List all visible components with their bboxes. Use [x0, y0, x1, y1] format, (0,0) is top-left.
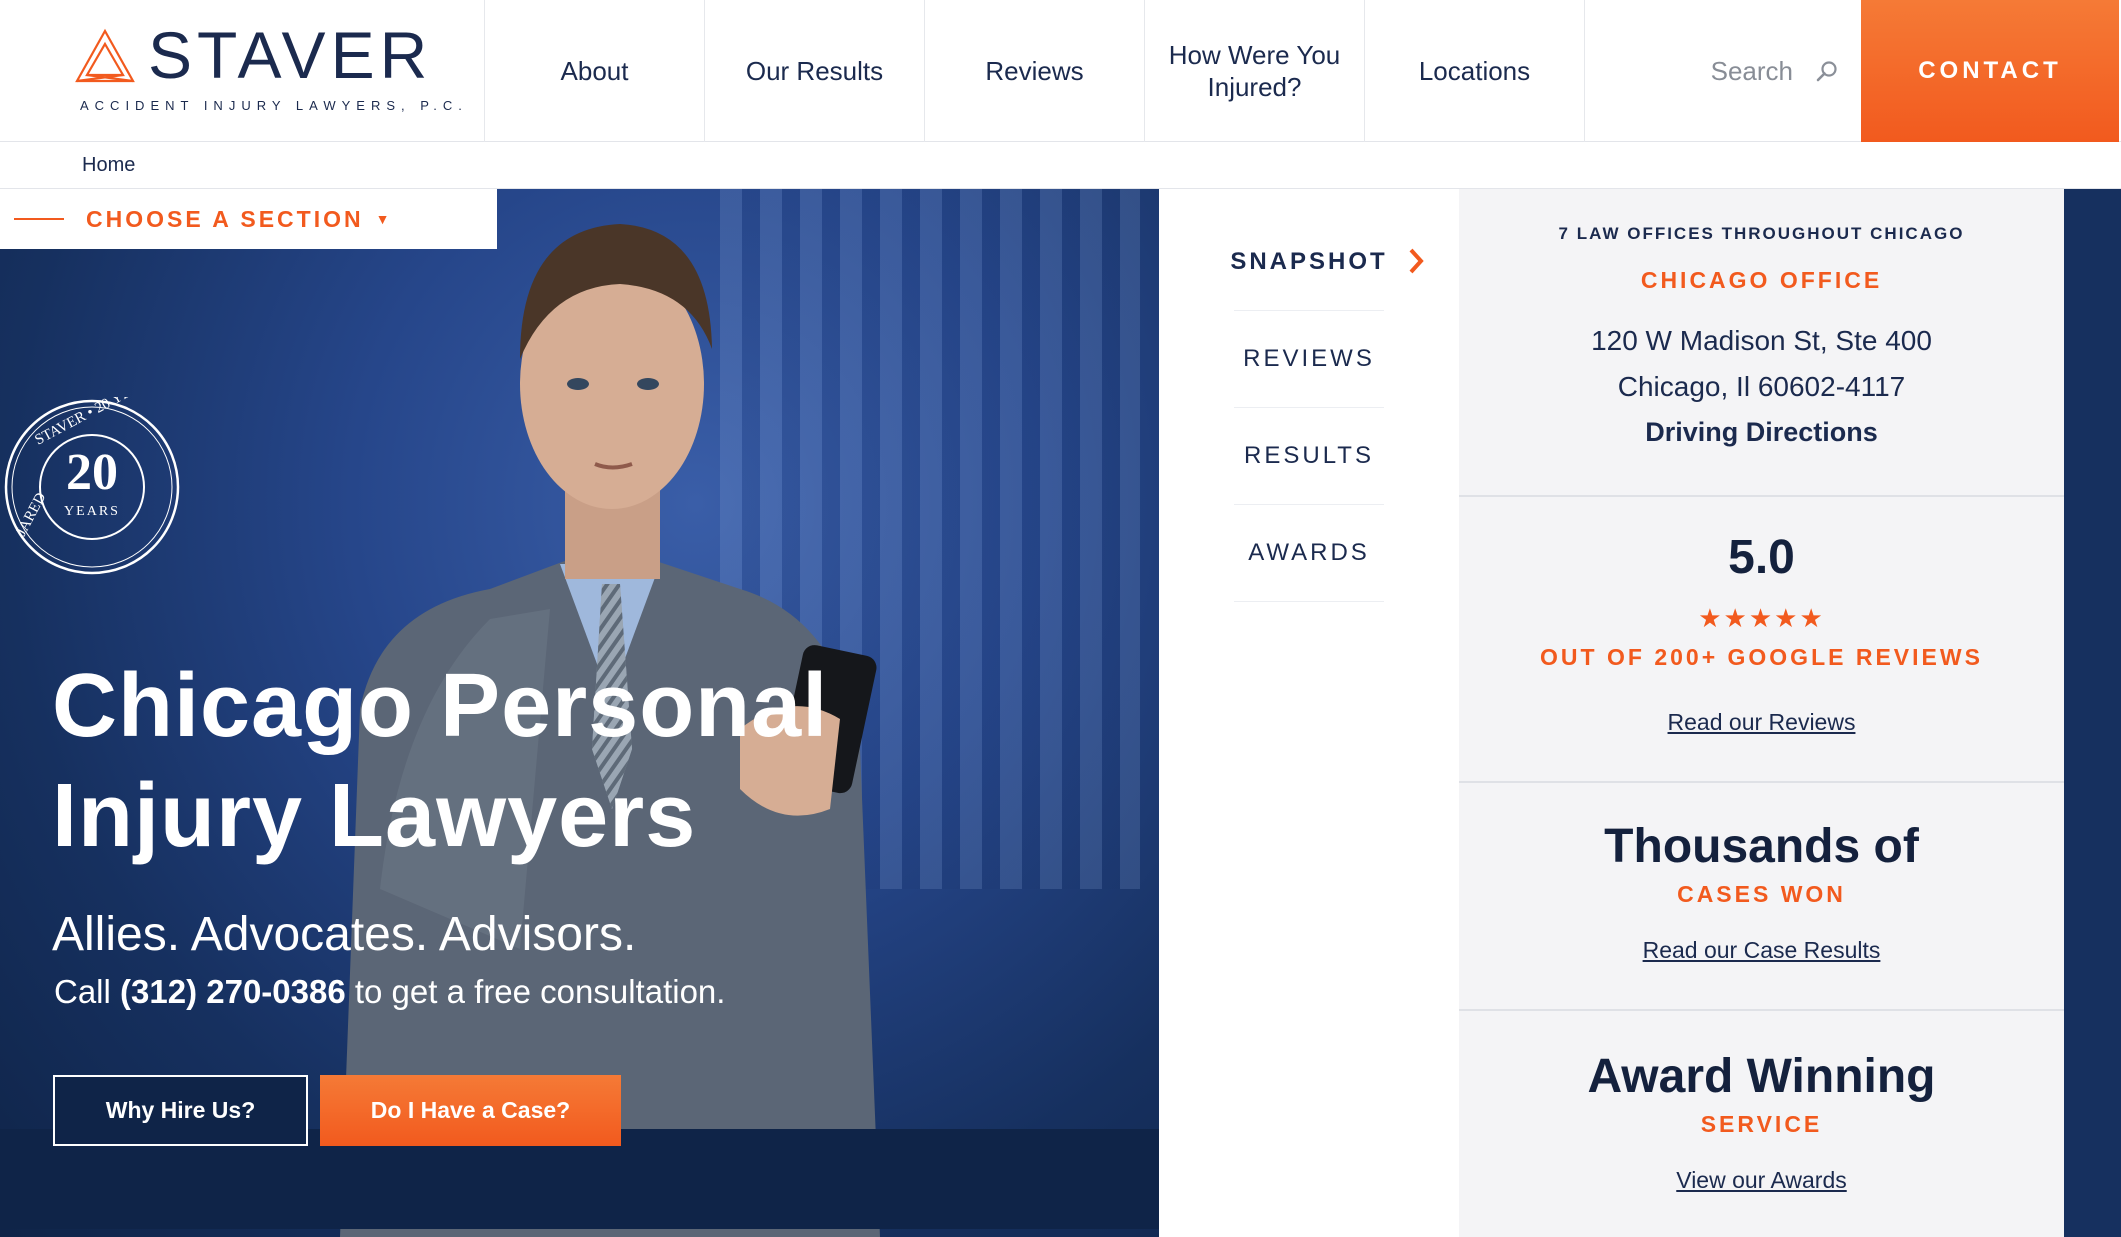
read-case-results-link[interactable]: Read our Case Results: [1459, 937, 2064, 964]
why-hire-us-button[interactable]: Why Hire Us?: [53, 1075, 308, 1146]
office-address-line2: Chicago, Il 60602-4117: [1617, 371, 1906, 402]
awards-panel: Award Winning SERVICE View our Awards: [1459, 1011, 2064, 1237]
section-line-decoration: [14, 218, 64, 220]
contact-button[interactable]: CONTACT: [1861, 0, 2119, 142]
choose-section-label: CHOOSE A SECTION: [86, 205, 364, 232]
search-box[interactable]: Search: [1585, 0, 1861, 142]
breadcrumb: Home: [0, 142, 2121, 189]
cases-panel: Thousands of CASES WON Read our Case Res…: [1459, 783, 2064, 1011]
office-panel: 7 LAW OFFICES THROUGHOUT CHICAGO CHICAGO…: [1459, 189, 2064, 497]
snapshot-info-panel: 7 LAW OFFICES THROUGHOUT CHICAGO CHICAGO…: [1459, 189, 2064, 1237]
right-edge-band: [2064, 189, 2121, 1237]
offices-count-line: 7 LAW OFFICES THROUGHOUT CHICAGO: [1558, 224, 1965, 243]
hero-title-line1: Chicago Personal: [52, 656, 829, 756]
logo-wordmark: STAVER: [148, 18, 433, 92]
site-header: STAVER ACCIDENT INJURY LAWYERS, P.C. Abo…: [0, 0, 2121, 142]
snapshot-tabs: SNAPSHOT REVIEWS RESULTS AWARDS: [1159, 189, 1459, 1237]
logo-triangle-icon: [75, 28, 135, 83]
star-rating-icon: ★★★★★: [1698, 603, 1825, 633]
cases-headline: Thousands of: [1604, 820, 1919, 873]
badge-number: 20: [66, 444, 118, 501]
office-address-line1: 120 W Madison St, Ste 400: [1591, 325, 1932, 356]
logo-tagline: ACCIDENT INJURY LAWYERS, P.C.: [80, 98, 468, 113]
site-logo[interactable]: STAVER ACCIDENT INJURY LAWYERS, P.C.: [0, 0, 485, 142]
tab-reviews[interactable]: REVIEWS: [1234, 311, 1384, 408]
view-awards-link[interactable]: View our Awards: [1459, 1167, 2064, 1194]
nav-about[interactable]: About: [485, 0, 705, 142]
chevron-right-icon: [1409, 248, 1424, 274]
driving-directions-link[interactable]: Driving Directions: [1459, 417, 2064, 448]
choose-section-dropdown[interactable]: CHOOSE A SECTION ▼: [0, 189, 497, 249]
twenty-years-badge: 20 YEARS STAVER • 20 YEARS JARED: [4, 397, 180, 575]
nav-locations[interactable]: Locations: [1365, 0, 1585, 142]
awards-headline: Award Winning: [1587, 1050, 1936, 1103]
cases-caption: CASES WON: [1677, 881, 1846, 907]
breadcrumb-home-link[interactable]: Home: [82, 154, 135, 176]
tab-snapshot[interactable]: SNAPSHOT: [1230, 214, 1424, 311]
nav-reviews[interactable]: Reviews: [925, 0, 1145, 142]
awards-caption: SERVICE: [1700, 1111, 1823, 1137]
hero-tagline: Allies. Advocates. Advisors.: [52, 908, 637, 961]
hero-title: Chicago Personal Injury Lawyers: [52, 651, 952, 871]
tab-snapshot-label: SNAPSHOT: [1230, 248, 1388, 275]
reviews-caption: OUT OF 200+ GOOGLE REVIEWS: [1540, 644, 1983, 670]
search-label: Search: [1710, 55, 1793, 86]
hero-section: CHOOSE A SECTION ▼ 20 YEARS STAVER • 20 …: [0, 189, 1159, 1237]
badge-side-text: JARED: [13, 490, 49, 539]
hero-title-line2: Injury Lawyers: [52, 766, 697, 866]
caret-down-icon: ▼: [375, 211, 390, 227]
phone-number[interactable]: (312) 270-0386: [120, 973, 346, 1010]
call-suffix: to get a free consultation.: [345, 973, 726, 1010]
rating-value: 5.0: [1728, 531, 1795, 584]
do-i-have-a-case-button[interactable]: Do I Have a Case?: [320, 1075, 621, 1146]
call-prefix: Call: [54, 973, 121, 1010]
badge-word: YEARS: [64, 504, 120, 519]
tab-awards[interactable]: AWARDS: [1234, 505, 1384, 602]
office-name: CHICAGO OFFICE: [1640, 267, 1883, 293]
search-icon[interactable]: [1815, 59, 1839, 83]
nav-our-results[interactable]: Our Results: [705, 0, 925, 142]
tab-results[interactable]: RESULTS: [1234, 408, 1384, 505]
nav-how-injured[interactable]: How Were You Injured?: [1145, 0, 1365, 142]
read-reviews-link[interactable]: Read our Reviews: [1459, 709, 2064, 736]
hero-call-line: Call (312) 270-0386 to get a free consul…: [54, 973, 725, 1011]
reviews-panel: 5.0 ★★★★★ OUT OF 200+ GOOGLE REVIEWS Rea…: [1459, 497, 2064, 783]
